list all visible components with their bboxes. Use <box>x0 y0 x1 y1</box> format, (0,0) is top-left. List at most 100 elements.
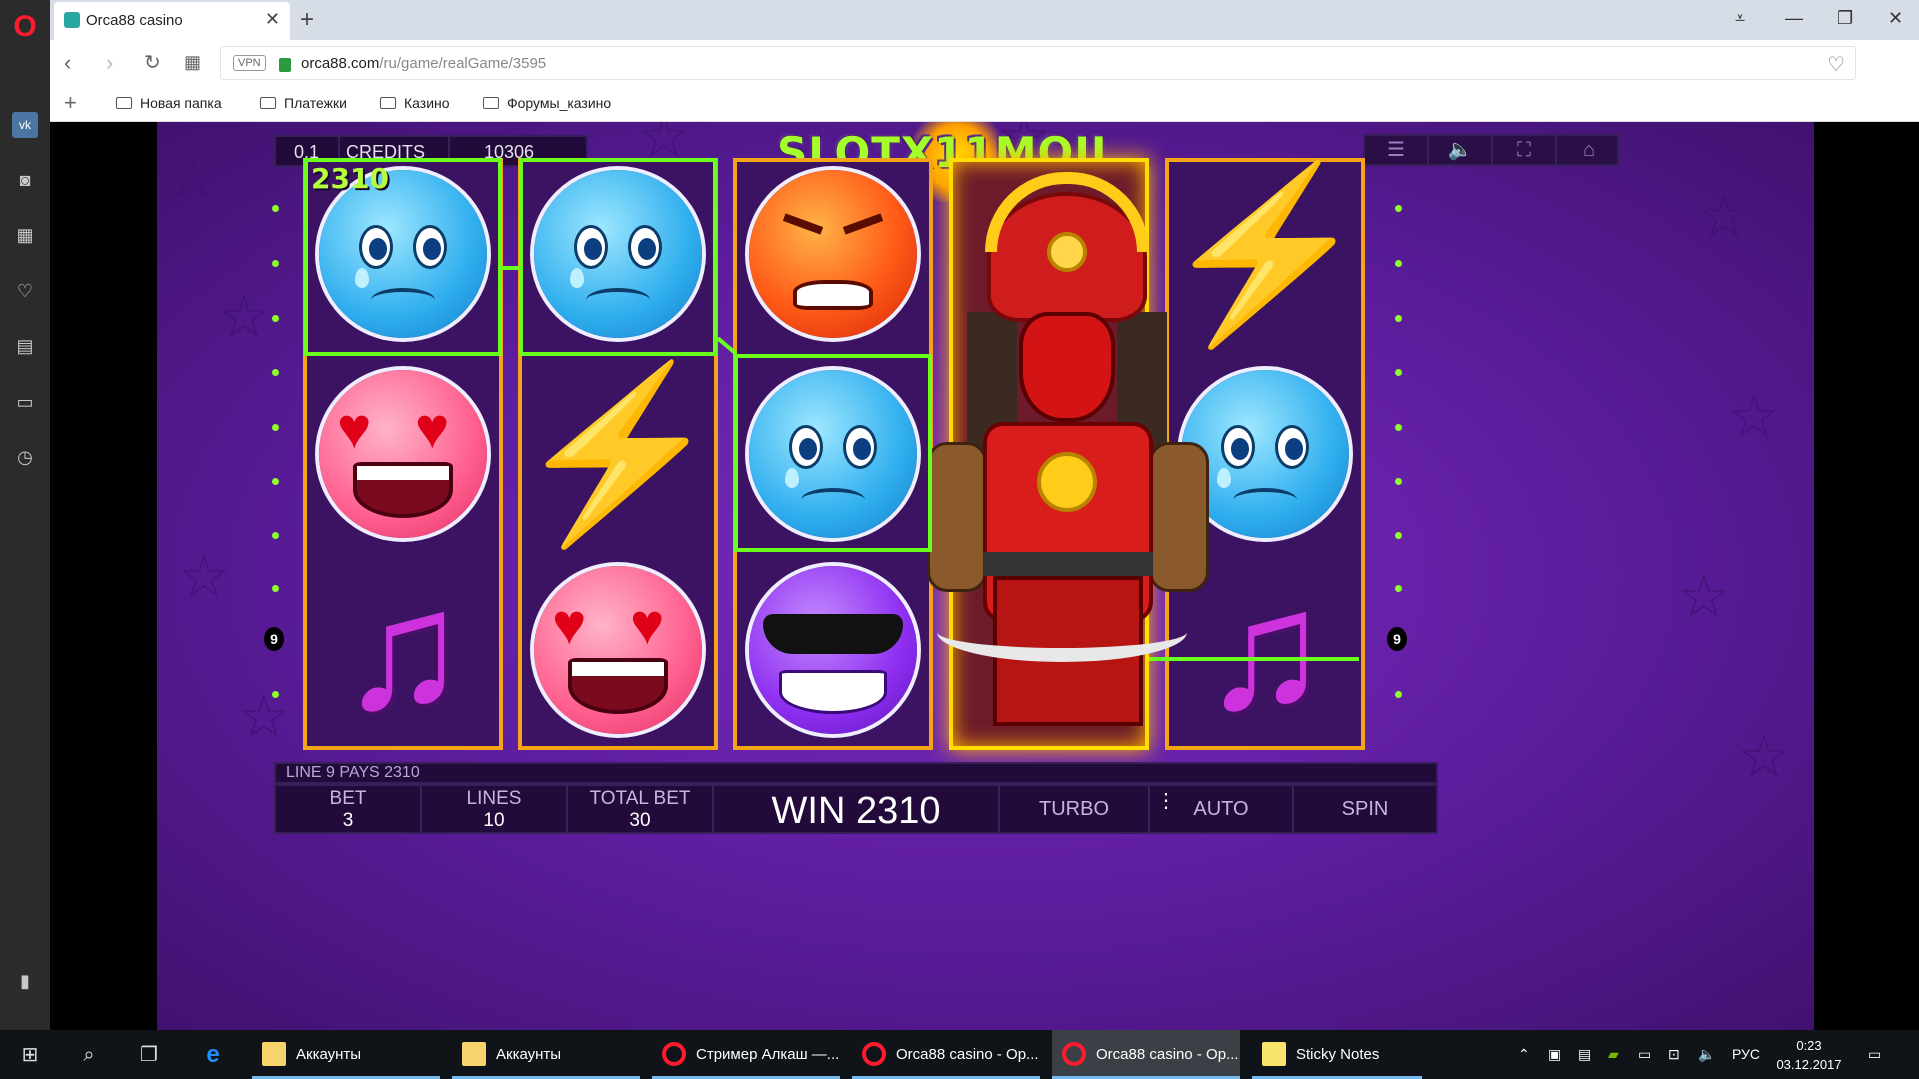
bookmark-heart-icon[interactable]: ♡ <box>1827 52 1845 77</box>
orca-favicon-icon <box>64 12 80 28</box>
tray-chevron-icon[interactable]: ⌃ <box>1518 1030 1530 1079</box>
volume-icon[interactable]: 🔈 <box>1698 1030 1715 1079</box>
brow <box>782 213 824 235</box>
bookmark-folder[interactable]: Платежки <box>260 95 347 111</box>
star-decoration-icon: ☆ <box>165 143 219 210</box>
bottom-panel: LINE 9 PAYS 2310 BET 3 LINES 10 TOTAL BE… <box>274 762 1438 834</box>
windows-start-icon[interactable]: ⊞ <box>17 1042 43 1068</box>
opera-icon <box>1062 1042 1086 1066</box>
lock-icon[interactable] <box>279 58 291 72</box>
camera-icon[interactable]: ◙ <box>12 167 38 193</box>
tray-app-icon[interactable]: ▤ <box>1578 1030 1591 1079</box>
payline-indicator[interactable] <box>272 532 279 539</box>
payline-indicator[interactable] <box>272 424 279 431</box>
payline-indicator[interactable] <box>272 585 279 592</box>
opera-sidebar: O vk ◙ ▦ ♡ ▤ ▭ ◷ ▮ <box>0 0 50 1030</box>
payline-indicator[interactable] <box>272 205 279 212</box>
payline-indicator[interactable] <box>1395 369 1402 376</box>
game-viewport: ☆ ☆ ☆ ☆ ☆ ☆ ☆ ☆ ☆ ☆ 0.1 CREDITS 10306 SL… <box>50 122 1919 1030</box>
bookmark-folder[interactable]: Форумы_казино <box>483 95 611 111</box>
payline-indicator[interactable] <box>1395 691 1402 698</box>
speed-dial-icon[interactable]: ▦ <box>12 222 38 248</box>
payline-indicator[interactable] <box>1395 205 1402 212</box>
slot-game[interactable]: ☆ ☆ ☆ ☆ ☆ ☆ ☆ ☆ ☆ ☆ 0.1 CREDITS 10306 SL… <box>157 122 1814 1030</box>
bet-control[interactable]: BET 3 <box>276 786 422 832</box>
back-icon[interactable]: ‹ <box>64 50 71 76</box>
restore-icon[interactable]: ❐ <box>1837 8 1853 29</box>
reload-icon[interactable]: ↻ <box>144 50 161 75</box>
bookmark-folder[interactable]: Новая папка <box>116 95 222 111</box>
angry-face-symbol <box>749 170 917 338</box>
new-tab-icon[interactable]: + <box>300 6 314 34</box>
sound-icon[interactable]: 🔈 <box>1429 136 1493 164</box>
home-icon[interactable]: ⌂ <box>1557 136 1621 164</box>
samurai-arm <box>1149 442 1209 592</box>
sticky-notes-icon <box>1262 1042 1286 1066</box>
news-icon[interactable]: ▤ <box>12 333 38 359</box>
sidebar-toggle-icon[interactable]: ▮ <box>12 968 38 994</box>
tabs-icon[interactable]: ▭ <box>12 389 38 415</box>
fullscreen-icon[interactable]: ⛶ <box>1493 136 1557 164</box>
samurai-mask <box>1019 312 1115 422</box>
url-field[interactable]: VPN orca88.com/ru/game/realGame/3595 ♡ <box>220 46 1856 80</box>
tab-orca88[interactable]: Orca88 casino ✕ <box>54 2 290 40</box>
language-indicator[interactable]: РУС <box>1732 1030 1760 1079</box>
samurai-belt <box>983 552 1153 576</box>
search-icon[interactable]: ⌕ <box>76 1042 102 1068</box>
forward-icon[interactable]: › <box>106 50 113 76</box>
star-decoration-icon: ☆ <box>177 543 231 610</box>
payline-indicator[interactable] <box>272 369 279 376</box>
minimize-icon[interactable]: — <box>1785 8 1803 29</box>
lines-value: 10 <box>483 810 505 831</box>
payline-indicator[interactable] <box>272 315 279 322</box>
payline-indicator[interactable] <box>1395 585 1402 592</box>
bet-label: BET <box>329 788 367 809</box>
battery-icon[interactable]: ▭ <box>1638 1030 1651 1079</box>
payline-indicator[interactable] <box>1395 478 1402 485</box>
network-icon[interactable]: ⊡ <box>1668 1030 1680 1079</box>
taskbar-item[interactable]: Аккаунты <box>252 1030 440 1079</box>
close-tab-icon[interactable]: ✕ <box>265 9 280 30</box>
window-close-icon[interactable]: ✕ <box>1888 8 1903 29</box>
history-icon[interactable]: ◷ <box>12 444 38 470</box>
opera-icon <box>862 1042 886 1066</box>
vk-icon[interactable]: vk <box>12 112 38 138</box>
payline-number[interactable]: 9 <box>1387 627 1407 651</box>
url-text[interactable]: orca88.com/ru/game/realGame/3595 <box>301 55 546 72</box>
payline-indicator[interactable] <box>1395 424 1402 431</box>
payline-indicator[interactable] <box>272 478 279 485</box>
payline-indicator[interactable] <box>1395 315 1402 322</box>
notifications-icon[interactable]: ▭ <box>1868 1030 1881 1079</box>
folder-icon <box>380 97 396 109</box>
music-note-icon: ♫ <box>339 555 467 745</box>
katana-sword <box>937 602 1187 662</box>
taskbar-item[interactable]: Sticky Notes <box>1252 1030 1422 1079</box>
taskbar-item-active[interactable]: Orca88 casino - Op... <box>1052 1030 1240 1079</box>
auto-options-icon[interactable]: ⋮ <box>1156 791 1176 811</box>
taskbar-item[interactable]: Аккаунты <box>452 1030 640 1079</box>
clock[interactable]: 0:23 03.12.2017 <box>1774 1036 1844 1074</box>
taskbar-item[interactable]: Orca88 casino - Op... <box>852 1030 1040 1079</box>
speed-dial-button-icon[interactable]: ▦ <box>184 52 201 73</box>
task-view-icon[interactable]: ❐ <box>136 1042 162 1068</box>
tab-menu-icon[interactable]: ⩡ <box>1735 8 1745 29</box>
turbo-button[interactable]: TURBO <box>1000 786 1150 832</box>
nvidia-icon[interactable]: ▰ <box>1608 1030 1619 1079</box>
edge-icon[interactable]: e <box>200 1042 226 1068</box>
payline-indicator[interactable] <box>1395 260 1402 267</box>
lines-control[interactable]: LINES 10 <box>422 786 568 832</box>
eye <box>1275 425 1309 469</box>
spin-button[interactable]: SPIN <box>1294 786 1436 832</box>
heart-icon[interactable]: ♡ <box>12 278 38 304</box>
tray-app-icon[interactable]: ▣ <box>1548 1030 1561 1079</box>
vpn-badge[interactable]: VPN <box>233 55 266 71</box>
payline-number[interactable]: 9 <box>264 627 284 651</box>
add-bookmark-icon[interactable]: + <box>64 90 77 116</box>
bookmark-folder[interactable]: Казино <box>380 95 450 111</box>
opera-logo[interactable]: O <box>10 12 40 42</box>
payline-indicator[interactable] <box>1395 532 1402 539</box>
payline-indicator[interactable] <box>272 260 279 267</box>
taskbar-item[interactable]: Стример Алкаш —... <box>652 1030 840 1079</box>
payline-indicator[interactable] <box>272 691 279 698</box>
menu-icon[interactable]: ☰ <box>1365 136 1429 164</box>
